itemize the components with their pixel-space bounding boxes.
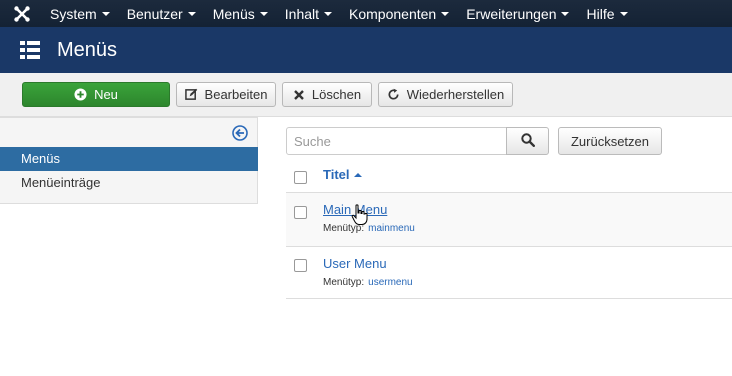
caret-down-icon [561, 11, 570, 16]
nav-menu-help[interactable]: Hilfe [580, 0, 633, 27]
joomla-logo-icon[interactable] [0, 0, 44, 27]
refresh-icon [387, 88, 400, 101]
restore-button[interactable]: Wiederherstellen [378, 82, 513, 107]
nav-menu-label: Menüs [212, 5, 255, 22]
delete-button[interactable]: Löschen [282, 82, 372, 107]
nav-menu-content[interactable]: Inhalt [279, 0, 338, 27]
delete-button-label: Löschen [311, 87, 362, 102]
nav-menu-label: Inhalt [284, 5, 320, 22]
nav-menu-menus[interactable]: Menüs [207, 0, 274, 27]
caret-down-icon [101, 11, 110, 16]
menu-type-info: Menütyp: usermenu [323, 277, 413, 288]
nav-menu-label: System [50, 5, 97, 22]
row-checkbox[interactable] [294, 206, 307, 219]
menu-type-value: mainmenu [368, 223, 415, 234]
select-all-checkbox[interactable] [294, 171, 307, 184]
nav-menu-extensions[interactable]: Erweiterungen [460, 0, 575, 27]
table-row: User Menu Menütyp: usermenu [286, 246, 732, 299]
toolbar: Neu Bearbeiten Löschen Wiederherstellen [0, 73, 732, 117]
nav-menu-label: Komponenten [349, 5, 437, 22]
reset-button[interactable]: Zurücksetzen [558, 127, 662, 155]
sort-ascending-icon [353, 172, 362, 177]
sidebar: Menüs Menüeinträge [0, 117, 258, 204]
list-icon [20, 41, 40, 59]
caret-down-icon [619, 11, 628, 16]
edit-button[interactable]: Bearbeiten [176, 82, 276, 107]
page-title: Menüs [57, 38, 118, 61]
title-column-label: Titel [323, 167, 350, 182]
menu-type-value: usermenu [368, 277, 413, 288]
caret-down-icon [187, 11, 196, 16]
edit-icon [184, 88, 198, 101]
restore-button-label: Wiederherstellen [406, 87, 505, 102]
search-button[interactable] [506, 127, 549, 155]
collapse-sidebar-icon[interactable] [232, 125, 248, 141]
close-icon [293, 89, 305, 101]
page-header: Menüs [0, 27, 732, 73]
nav-menu-components[interactable]: Komponenten [343, 0, 455, 27]
edit-button-label: Bearbeiten [204, 87, 268, 102]
row-checkbox[interactable] [294, 259, 307, 272]
new-button[interactable]: Neu [22, 82, 170, 107]
search-input[interactable] [286, 127, 507, 155]
caret-down-icon [324, 11, 333, 16]
menu-type-label: Menütyp: [323, 277, 365, 288]
caret-down-icon [259, 11, 268, 16]
title-column-header[interactable]: Titel [323, 167, 362, 182]
nav-menu-label: Erweiterungen [466, 5, 557, 22]
nav-menu-system[interactable]: System [44, 0, 116, 27]
sidebar-item-menu-items[interactable]: Menüeinträge [0, 171, 258, 195]
sidebar-item-menus[interactable]: Menüs [0, 147, 258, 171]
top-navbar: System Benutzer Menüs Inhalt Komponenten… [0, 0, 732, 27]
search-icon [520, 132, 535, 150]
plus-circle-icon [74, 88, 87, 101]
nav-menu-label: Benutzer [126, 5, 183, 22]
nav-menu-users[interactable]: Benutzer [121, 0, 202, 27]
caret-down-icon [441, 11, 450, 16]
nav-menu-label: Hilfe [586, 5, 615, 22]
hand-cursor-icon [351, 204, 369, 226]
new-button-label: Neu [94, 87, 118, 102]
menu-title-link[interactable]: User Menu [323, 256, 387, 271]
